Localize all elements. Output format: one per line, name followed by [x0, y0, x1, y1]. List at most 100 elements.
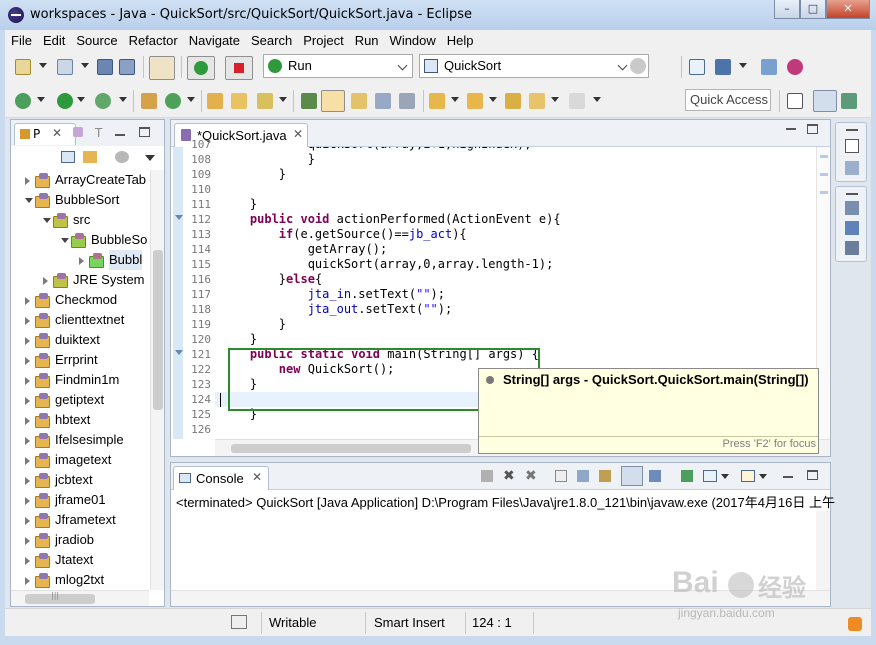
minimize-console-icon[interactable] [783, 476, 793, 478]
fold-collapse-icon[interactable] [175, 215, 183, 220]
mark-occurrences-icon[interactable] [321, 90, 345, 112]
hierarchy-icon[interactable] [73, 127, 83, 137]
tree-item[interactable]: hbtext [11, 410, 149, 430]
maximize-editor-icon[interactable] [807, 124, 818, 134]
menu-source[interactable]: Source [70, 33, 122, 48]
open-console-dropdown-icon[interactable] [759, 474, 767, 479]
save-all-icon[interactable] [119, 59, 135, 75]
tree-item[interactable]: imagetext [11, 450, 149, 470]
debug-dropdown-icon[interactable] [37, 97, 45, 102]
show-console-on-error-icon[interactable] [649, 470, 661, 482]
expand-right-icon[interactable] [25, 517, 30, 525]
build-hammer-icon[interactable] [149, 56, 175, 80]
expand-down-icon[interactable] [25, 198, 33, 203]
tree-item[interactable]: BubbleSort [11, 190, 149, 210]
expand-right-icon[interactable] [25, 297, 30, 305]
menu-refactor[interactable]: Refactor [123, 33, 183, 48]
new-class-dropdown-icon[interactable] [187, 97, 195, 102]
task-dropdown-icon[interactable] [739, 63, 747, 68]
java-perspective-icon[interactable] [813, 90, 837, 112]
view-menu-icon[interactable] [145, 155, 155, 161]
menu-file[interactable]: File [5, 33, 37, 48]
show-console-on-output-icon[interactable] [621, 466, 643, 486]
new-java-element-icon[interactable] [57, 59, 73, 75]
eclipse-marketplace-icon[interactable] [787, 59, 803, 75]
paragraph-icon[interactable] [399, 93, 415, 109]
open-task-icon[interactable] [231, 93, 247, 109]
tree-item[interactable]: Checkmod [11, 290, 149, 310]
launch-target-combo[interactable]: QuickSort [419, 54, 649, 78]
word-wrap-icon[interactable] [599, 470, 611, 482]
open-type-icon[interactable] [207, 93, 223, 109]
clear-console-icon[interactable] [555, 470, 567, 482]
close-icon[interactable]: ✕ [252, 470, 262, 484]
console-view-icon[interactable] [689, 59, 705, 75]
menu-window[interactable]: Window [384, 33, 441, 48]
console-hscrollbar[interactable] [171, 590, 830, 606]
new-dropdown-icon[interactable] [39, 63, 47, 68]
expand-right-icon[interactable] [25, 397, 30, 405]
link-with-editor-icon[interactable] [83, 151, 97, 163]
remove-launch-icon[interactable]: ✖ [503, 468, 515, 484]
tree-item[interactable]: clienttextnet [11, 310, 149, 330]
debug-perspective-icon[interactable] [841, 93, 857, 109]
package-explorer-hscrollbar[interactable] [11, 590, 149, 606]
maximize-console-icon[interactable] [807, 470, 818, 480]
minimize-button[interactable]: – [774, 0, 800, 19]
expand-right-icon[interactable] [25, 337, 30, 345]
tree-item[interactable]: Findmin1m [11, 370, 149, 390]
terminate-console-icon[interactable] [481, 470, 493, 482]
run-as-icon[interactable] [57, 93, 73, 109]
tab-console[interactable]: Console ✕ [173, 466, 269, 490]
search-icon[interactable] [257, 93, 273, 109]
new-package-icon[interactable] [141, 93, 157, 109]
expand-right-icon[interactable] [25, 497, 30, 505]
tree-item[interactable]: jradiob [11, 530, 149, 550]
expand-right-icon[interactable] [25, 357, 30, 365]
tree-item[interactable]: getiptext [11, 390, 149, 410]
tab-package-explorer[interactable]: P ✕ [14, 123, 76, 145]
expand-right-icon[interactable] [25, 437, 30, 445]
focus-on-task-icon[interactable] [115, 151, 129, 163]
task-list-icon[interactable] [715, 59, 731, 75]
tree-item[interactable]: BubbleSo [11, 230, 149, 250]
gear-icon[interactable] [630, 58, 646, 74]
search-dropdown-icon[interactable] [279, 97, 287, 102]
remove-all-launches-icon[interactable]: ✖ [525, 468, 537, 484]
expand-right-icon[interactable] [25, 377, 30, 385]
tree-item[interactable]: jframe01 [11, 490, 149, 510]
menu-run[interactable]: Run [349, 33, 384, 48]
expand-right-icon[interactable] [25, 477, 30, 485]
console-vscrollbar[interactable] [816, 511, 830, 591]
back-icon[interactable] [529, 93, 545, 109]
expand-right-icon[interactable] [43, 277, 48, 285]
tree-item[interactable]: duiktext [11, 330, 149, 350]
quick-access-field[interactable]: Quick Access [685, 89, 771, 111]
tree-item[interactable]: src [11, 210, 149, 230]
run-configuration-combo[interactable]: Run [263, 54, 413, 78]
fast-view-icon[interactable] [231, 615, 247, 629]
collapse-all-icon[interactable] [61, 151, 75, 163]
run-button-icon[interactable] [187, 56, 215, 80]
expand-right-icon[interactable] [25, 317, 30, 325]
expand-down-icon[interactable] [43, 218, 51, 223]
menu-help[interactable]: Help [441, 33, 479, 48]
pin-icon[interactable] [761, 59, 777, 75]
close-icon[interactable]: ✕ [52, 126, 62, 140]
close-icon[interactable]: ✕ [293, 127, 303, 141]
expand-right-icon[interactable] [25, 177, 30, 185]
expand-right-icon[interactable] [25, 457, 30, 465]
scroll-lock-icon[interactable] [577, 470, 589, 482]
tree-item[interactable]: Jtatext [11, 550, 149, 570]
tree-item[interactable]: Jframetext [11, 510, 149, 530]
show-whitespace-icon[interactable] [375, 93, 391, 109]
new-icon[interactable] [15, 59, 31, 75]
coverage-dropdown-icon[interactable] [119, 97, 127, 102]
back-dropdown-icon[interactable] [551, 97, 559, 102]
menu-navigate[interactable]: Navigate [183, 33, 245, 48]
hover-tooltip[interactable]: String[] args - QuickSort.QuickSort.main… [478, 368, 819, 454]
next-annotation-icon[interactable] [429, 93, 445, 109]
tree-item[interactable]: mlog2txt [11, 570, 149, 590]
tree-item[interactable]: JRE System L [11, 270, 149, 290]
close-button[interactable]: ✕ [826, 0, 870, 19]
